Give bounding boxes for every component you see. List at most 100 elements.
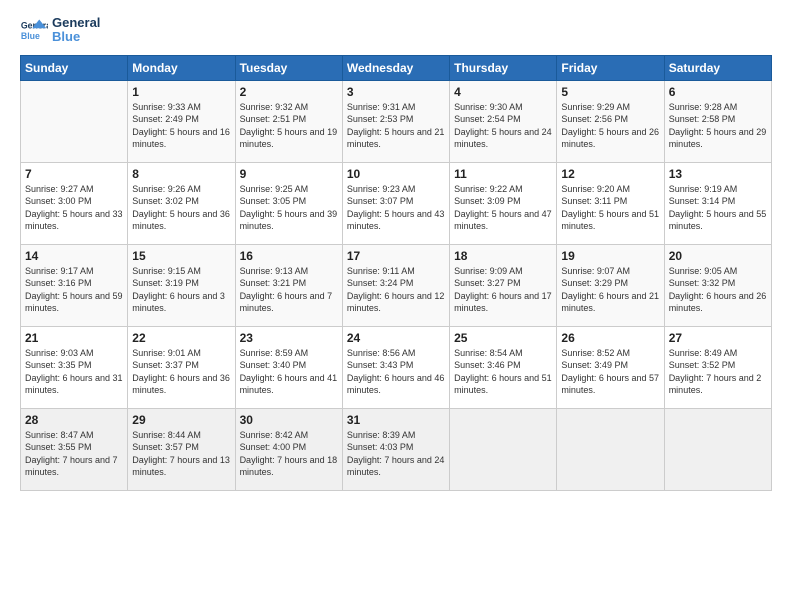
cell-week2-day1: 7Sunrise: 9:27 AMSunset: 3:00 PMDaylight… [21, 162, 128, 244]
day-info: Sunrise: 9:03 AMSunset: 3:35 PMDaylight:… [25, 347, 123, 397]
day-info: Sunrise: 9:33 AMSunset: 2:49 PMDaylight:… [132, 101, 230, 151]
cell-week5-day2: 29 Sunrise: 8:44 AMSunset: 3:57 PMDayligh… [128, 408, 235, 490]
header-day-tuesday: Tuesday [235, 55, 342, 80]
header-day-sunday: Sunday [21, 55, 128, 80]
day-number: 31 [347, 413, 445, 427]
header-day-friday: Friday [557, 55, 664, 80]
day-number: 2 [240, 85, 338, 99]
cell-week2-day6: 12Sunrise: 9:20 AMSunset: 3:11 PMDayligh… [557, 162, 664, 244]
day-number: 18 [454, 249, 552, 263]
day-number: 6 [669, 85, 767, 99]
cell-week5-day7 [664, 408, 771, 490]
cell-week4-day3: 23 Sunrise: 8:59 AMSunset: 3:40 PMDayligh… [235, 326, 342, 408]
day-number: 5 [561, 85, 659, 99]
day-info: Sunrise: 9:29 AMSunset: 2:56 PMDaylight:… [561, 101, 659, 151]
day-info: Sunrise: 8:54 AMSunset: 3:46 PMDaylight:… [454, 347, 552, 397]
day-info: Sunrise: 8:47 AMSunset: 3:55 PMDaylight:… [25, 429, 123, 479]
cell-week4-day6: 26 Sunrise: 8:52 AMSunset: 3:49 PMDayligh… [557, 326, 664, 408]
cell-week5-day3: 30 Sunrise: 8:42 AMSunset: 4:00 PMDayligh… [235, 408, 342, 490]
day-number: 11 [454, 167, 552, 181]
day-number: 25 [454, 331, 552, 345]
cell-week1-day6: 5 Sunrise: 9:29 AMSunset: 2:56 PMDaylight… [557, 80, 664, 162]
header-day-thursday: Thursday [450, 55, 557, 80]
cell-week5-day1: 28 Sunrise: 8:47 AMSunset: 3:55 PMDayligh… [21, 408, 128, 490]
day-info: Sunrise: 9:27 AMSunset: 3:00 PMDaylight:… [25, 183, 123, 233]
header-day-saturday: Saturday [664, 55, 771, 80]
cell-week3-day2: 15Sunrise: 9:15 AMSunset: 3:19 PMDayligh… [128, 244, 235, 326]
cell-week1-day7: 6 Sunrise: 9:28 AMSunset: 2:58 PMDaylight… [664, 80, 771, 162]
cell-week2-day2: 8 Sunrise: 9:26 AMSunset: 3:02 PMDaylight… [128, 162, 235, 244]
day-info: Sunrise: 9:23 AMSunset: 3:07 PMDaylight:… [347, 183, 445, 233]
cell-week2-day3: 9 Sunrise: 9:25 AMSunset: 3:05 PMDaylight… [235, 162, 342, 244]
day-info: Sunrise: 9:22 AMSunset: 3:09 PMDaylight:… [454, 183, 552, 233]
cell-week4-day4: 24Sunrise: 8:56 AMSunset: 3:43 PMDayligh… [342, 326, 449, 408]
day-number: 14 [25, 249, 123, 263]
day-info: Sunrise: 9:30 AMSunset: 2:54 PMDaylight:… [454, 101, 552, 151]
day-number: 22 [132, 331, 230, 345]
day-number: 1 [132, 85, 230, 99]
day-info: Sunrise: 8:52 AMSunset: 3:49 PMDaylight:… [561, 347, 659, 397]
day-number: 12 [561, 167, 659, 181]
day-number: 23 [240, 331, 338, 345]
cell-week2-day5: 11 Sunrise: 9:22 AMSunset: 3:09 PMDayligh… [450, 162, 557, 244]
cell-week1-day2: 1 Sunrise: 9:33 AMSunset: 2:49 PMDaylight… [128, 80, 235, 162]
day-info: Sunrise: 9:32 AMSunset: 2:51 PMDaylight:… [240, 101, 338, 151]
day-info: Sunrise: 9:01 AMSunset: 3:37 PMDaylight:… [132, 347, 230, 397]
day-info: Sunrise: 8:39 AMSunset: 4:03 PMDaylight:… [347, 429, 445, 479]
cell-week1-day1 [21, 80, 128, 162]
cell-week2-day7: 13 Sunrise: 9:19 AMSunset: 3:14 PMDayligh… [664, 162, 771, 244]
day-number: 17 [347, 249, 445, 263]
cell-week4-day7: 27 Sunrise: 8:49 AMSunset: 3:52 PMDayligh… [664, 326, 771, 408]
day-info: Sunrise: 9:05 AMSunset: 3:32 PMDaylight:… [669, 265, 767, 315]
header-day-monday: Monday [128, 55, 235, 80]
day-number: 29 [132, 413, 230, 427]
day-number: 9 [240, 167, 338, 181]
cell-week3-day5: 18 Sunrise: 9:09 AMSunset: 3:27 PMDayligh… [450, 244, 557, 326]
day-info: Sunrise: 9:17 AMSunset: 3:16 PMDaylight:… [25, 265, 123, 315]
day-number: 3 [347, 85, 445, 99]
cell-week5-day4: 31 Sunrise: 8:39 AMSunset: 4:03 PMDayligh… [342, 408, 449, 490]
logo: General Blue GeneralBlue [20, 16, 100, 45]
header-day-wednesday: Wednesday [342, 55, 449, 80]
day-number: 20 [669, 249, 767, 263]
day-number: 16 [240, 249, 338, 263]
day-number: 21 [25, 331, 123, 345]
cell-week2-day4: 10 Sunrise: 9:23 AMSunset: 3:07 PMDayligh… [342, 162, 449, 244]
cell-week1-day3: 2 Sunrise: 9:32 AMSunset: 2:51 PMDaylight… [235, 80, 342, 162]
day-info: Sunrise: 8:44 AMSunset: 3:57 PMDaylight:… [132, 429, 230, 479]
day-info: Sunrise: 9:09 AMSunset: 3:27 PMDaylight:… [454, 265, 552, 315]
cell-week3-day1: 14 Sunrise: 9:17 AMSunset: 3:16 PMDayligh… [21, 244, 128, 326]
day-number: 19 [561, 249, 659, 263]
cell-week4-day5: 25 Sunrise: 8:54 AMSunset: 3:46 PMDayligh… [450, 326, 557, 408]
day-number: 15 [132, 249, 230, 263]
cell-week4-day1: 21 Sunrise: 9:03 AMSunset: 3:35 PMDayligh… [21, 326, 128, 408]
day-number: 26 [561, 331, 659, 345]
day-number: 28 [25, 413, 123, 427]
logo-text: GeneralBlue [52, 16, 100, 45]
day-number: 13 [669, 167, 767, 181]
cell-week3-day3: 16 Sunrise: 9:13 AMSunset: 3:21 PMDayligh… [235, 244, 342, 326]
day-info: Sunrise: 8:59 AMSunset: 3:40 PMDaylight:… [240, 347, 338, 397]
day-info: Sunrise: 9:13 AMSunset: 3:21 PMDaylight:… [240, 265, 338, 315]
day-info: Sunrise: 9:19 AMSunset: 3:14 PMDaylight:… [669, 183, 767, 233]
svg-text:Blue: Blue [21, 31, 40, 41]
day-number: 4 [454, 85, 552, 99]
cell-week5-day6 [557, 408, 664, 490]
day-number: 8 [132, 167, 230, 181]
svg-text:General: General [21, 21, 48, 31]
day-number: 27 [669, 331, 767, 345]
cell-week1-day5: 4 Sunrise: 9:30 AMSunset: 2:54 PMDaylight… [450, 80, 557, 162]
day-info: Sunrise: 9:11 AMSunset: 3:24 PMDaylight:… [347, 265, 445, 315]
day-info: Sunrise: 8:49 AMSunset: 3:52 PMDaylight:… [669, 347, 767, 397]
day-info: Sunrise: 9:26 AMSunset: 3:02 PMDaylight:… [132, 183, 230, 233]
day-info: Sunrise: 9:28 AMSunset: 2:58 PMDaylight:… [669, 101, 767, 151]
day-info: Sunrise: 9:07 AMSunset: 3:29 PMDaylight:… [561, 265, 659, 315]
cell-week5-day5 [450, 408, 557, 490]
day-info: Sunrise: 9:25 AMSunset: 3:05 PMDaylight:… [240, 183, 338, 233]
day-info: Sunrise: 8:42 AMSunset: 4:00 PMDaylight:… [240, 429, 338, 479]
calendar-table: SundayMondayTuesdayWednesdayThursdayFrid… [20, 55, 772, 491]
day-number: 10 [347, 167, 445, 181]
day-number: 30 [240, 413, 338, 427]
cell-week1-day4: 3Sunrise: 9:31 AMSunset: 2:53 PMDaylight… [342, 80, 449, 162]
day-info: Sunrise: 8:56 AMSunset: 3:43 PMDaylight:… [347, 347, 445, 397]
